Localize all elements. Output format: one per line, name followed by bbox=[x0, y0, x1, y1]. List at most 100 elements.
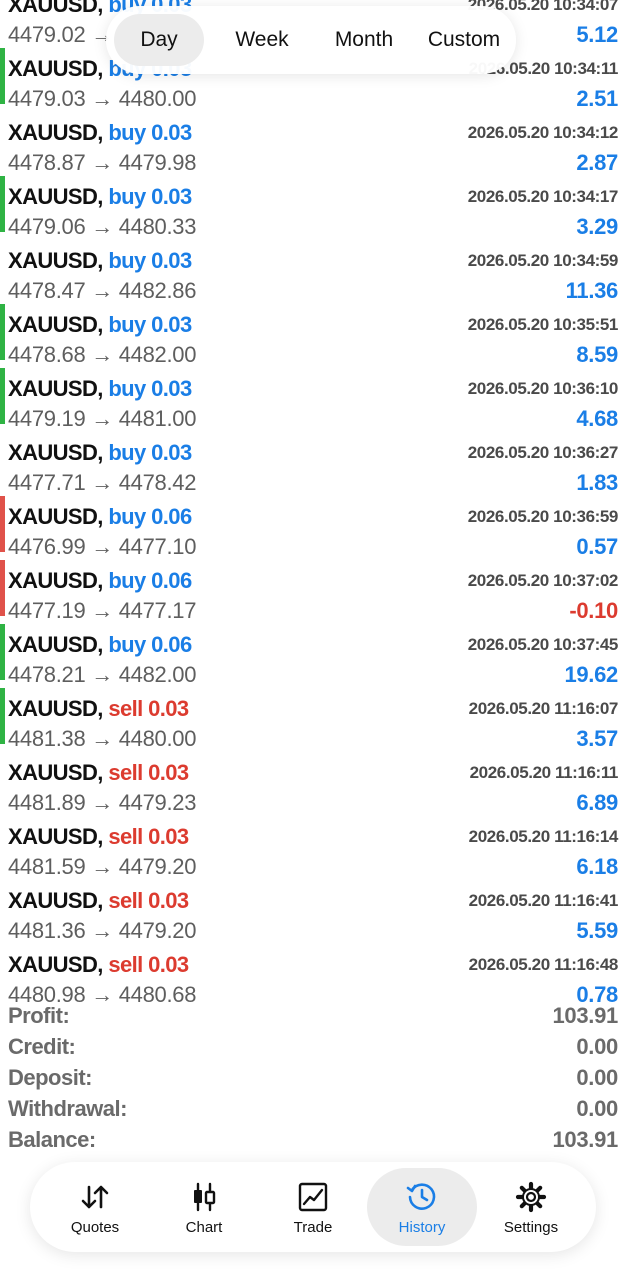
deal-side: buy bbox=[108, 504, 146, 529]
deal-status-bar bbox=[0, 176, 5, 232]
deal-row[interactable]: XAUUSD, sell 0.03 2026.05.20 11:16:14 4481… bbox=[0, 812, 626, 879]
deal-symbol: XAUUSD, bbox=[8, 56, 103, 81]
summary-row-credit: Credit: 0.00 bbox=[0, 1031, 626, 1062]
deal-symbol: XAUUSD, bbox=[8, 440, 103, 465]
deal-symbol-line: XAUUSD, buy 0.06 bbox=[8, 632, 192, 658]
deal-row[interactable]: XAUUSD, buy 0.06 2026.05.20 10:37:02 4477.… bbox=[0, 556, 626, 623]
deal-status-bar bbox=[0, 624, 5, 680]
deal-volume: 0.03 bbox=[148, 824, 189, 849]
deal-side: buy bbox=[108, 440, 146, 465]
deal-row[interactable]: XAUUSD, buy 0.03 2026.05.20 10:36:27 4477.… bbox=[0, 428, 626, 495]
deal-symbol: XAUUSD, bbox=[8, 888, 103, 913]
deal-time: 2026.05.20 11:16:11 bbox=[469, 763, 619, 782]
deal-side: sell bbox=[108, 952, 143, 977]
deal-side: sell bbox=[108, 760, 143, 785]
bottom-navigation: Quotes Chart Trade History Settings bbox=[30, 1162, 596, 1252]
deal-symbol-line: XAUUSD, buy 0.03 bbox=[8, 248, 192, 274]
nav-settings[interactable]: Settings bbox=[476, 1168, 586, 1246]
deal-row[interactable]: XAUUSD, buy 0.03 2026.05.20 10:36:10 4479.… bbox=[0, 364, 626, 431]
deal-side: sell bbox=[108, 824, 143, 849]
deal-symbol: XAUUSD, bbox=[8, 248, 103, 273]
nav-quotes[interactable]: Quotes bbox=[40, 1168, 150, 1246]
deal-symbol-line: XAUUSD, sell 0.03 bbox=[8, 696, 189, 722]
summary-row-deposit: Deposit: 0.00 bbox=[0, 1062, 626, 1093]
deal-row[interactable]: XAUUSD, sell 0.03 2026.05.20 11:16:07 4481… bbox=[0, 684, 626, 751]
deal-side: buy bbox=[108, 376, 146, 401]
deal-volume: 0.03 bbox=[148, 760, 189, 785]
deal-volume: 0.03 bbox=[151, 248, 192, 273]
nav-chart[interactable]: Chart bbox=[149, 1168, 259, 1246]
deal-time: 2026.05.20 11:16:14 bbox=[468, 827, 619, 846]
candlestick-icon bbox=[194, 1182, 216, 1212]
deal-time: 2026.05.20 10:36:10 bbox=[467, 379, 619, 398]
deal-row[interactable]: XAUUSD, buy 0.03 2026.05.20 10:34:12 4478.… bbox=[0, 108, 626, 175]
deal-row[interactable]: XAUUSD, buy 0.06 2026.05.20 10:36:59 4476.… bbox=[0, 492, 626, 559]
quotes-arrows-icon bbox=[81, 1185, 109, 1209]
deal-time: 2026.05.20 10:36:27 bbox=[467, 443, 619, 462]
tab-day[interactable]: Day bbox=[114, 14, 204, 66]
deal-row[interactable]: XAUUSD, buy 0.06 2026.05.20 10:37:45 4478.… bbox=[0, 620, 626, 687]
deal-symbol: XAUUSD, bbox=[8, 952, 103, 977]
deal-row[interactable]: XAUUSD, buy 0.03 2026.05.20 10:34:59 4478.… bbox=[0, 236, 626, 303]
summary-balance-value: 103.91 bbox=[552, 1127, 619, 1152]
deal-row[interactable]: XAUUSD, buy 0.03 2026.05.20 10:35:51 4478.… bbox=[0, 300, 626, 367]
deal-volume: 0.06 bbox=[151, 632, 192, 657]
deal-symbol-line: XAUUSD, sell 0.03 bbox=[8, 952, 189, 978]
deal-side: buy bbox=[108, 568, 146, 593]
deal-symbol: XAUUSD, bbox=[8, 696, 103, 721]
summary-row-balance: Balance: 103.91 bbox=[0, 1124, 626, 1155]
summary-row-withdrawal: Withdrawal: 0.00 bbox=[0, 1093, 626, 1124]
nav-chart-label: Chart bbox=[185, 1219, 223, 1236]
deal-symbol-line: XAUUSD, sell 0.03 bbox=[8, 888, 189, 914]
nav-trade-label: Trade bbox=[293, 1219, 333, 1236]
deal-side: buy bbox=[108, 120, 146, 145]
deal-volume: 0.03 bbox=[148, 888, 189, 913]
tab-week[interactable]: Week bbox=[212, 14, 312, 66]
nav-settings-label: Settings bbox=[503, 1219, 559, 1236]
tab-custom[interactable]: Custom bbox=[418, 14, 510, 66]
account-summary: Profit: 103.91 Credit: 0.00 Deposit: 0.0… bbox=[0, 1000, 626, 1155]
deal-symbol-line: XAUUSD, buy 0.06 bbox=[8, 504, 192, 530]
deal-symbol: XAUUSD, bbox=[8, 376, 103, 401]
deal-symbol-line: XAUUSD, buy 0.03 bbox=[8, 376, 192, 402]
deal-time: 2026.05.20 11:16:07 bbox=[468, 699, 619, 718]
deal-row[interactable]: XAUUSD, sell 0.03 2026.05.20 11:16:48 4480… bbox=[0, 940, 626, 1007]
deal-symbol: XAUUSD, bbox=[8, 312, 103, 337]
deal-side: buy bbox=[108, 632, 146, 657]
deal-side: buy bbox=[108, 184, 146, 209]
summary-profit-label: Profit: bbox=[8, 1003, 70, 1028]
tab-month[interactable]: Month bbox=[312, 14, 416, 66]
deal-history-list[interactable]: XAUUSD, buy 0.032026.05.20 10:34:074479.… bbox=[0, 0, 626, 1007]
deal-volume: 0.06 bbox=[151, 568, 192, 593]
deal-status-bar bbox=[0, 368, 5, 424]
deal-time: 2026.05.20 10:34:17 bbox=[467, 187, 619, 206]
deal-symbol-line: XAUUSD, buy 0.03 bbox=[8, 440, 192, 466]
deal-symbol: XAUUSD, bbox=[8, 632, 103, 657]
summary-profit-value: 103.91 bbox=[552, 1003, 619, 1028]
nav-trade[interactable]: Trade bbox=[258, 1168, 368, 1246]
deal-time: 2026.05.20 10:35:51 bbox=[467, 315, 619, 334]
deal-symbol: XAUUSD, bbox=[8, 760, 103, 785]
deal-volume: 0.03 bbox=[151, 184, 192, 209]
deal-status-bar bbox=[0, 560, 5, 616]
period-selector: Day Week Month Custom bbox=[106, 6, 516, 74]
summary-credit-value: 0.00 bbox=[576, 1034, 618, 1059]
summary-credit-label: Credit: bbox=[8, 1034, 76, 1059]
deal-symbol: XAUUSD, bbox=[8, 120, 103, 145]
nav-quotes-label: Quotes bbox=[70, 1219, 120, 1236]
deal-volume: 0.06 bbox=[151, 504, 192, 529]
trade-chart-icon bbox=[298, 1182, 328, 1212]
deal-symbol: XAUUSD, bbox=[8, 0, 103, 17]
deal-row[interactable]: XAUUSD, sell 0.03 2026.05.20 11:16:11 4481… bbox=[0, 748, 626, 815]
deal-row[interactable]: XAUUSD, buy 0.03 2026.05.20 10:34:17 4479.… bbox=[0, 172, 626, 239]
deal-symbol: XAUUSD, bbox=[8, 824, 103, 849]
summary-withdrawal-value: 0.00 bbox=[576, 1096, 618, 1121]
deal-time: 2026.05.20 10:37:45 bbox=[467, 635, 619, 654]
deal-symbol: XAUUSD, bbox=[8, 184, 103, 209]
deal-row[interactable]: XAUUSD, sell 0.03 2026.05.20 11:16:41 4481… bbox=[0, 876, 626, 943]
nav-history[interactable]: History bbox=[367, 1168, 477, 1246]
deal-time: 2026.05.20 10:36:59 bbox=[467, 507, 619, 526]
deal-symbol: XAUUSD, bbox=[8, 504, 103, 529]
deal-side: buy bbox=[108, 248, 146, 273]
deal-symbol-line: XAUUSD, sell 0.03 bbox=[8, 760, 189, 786]
